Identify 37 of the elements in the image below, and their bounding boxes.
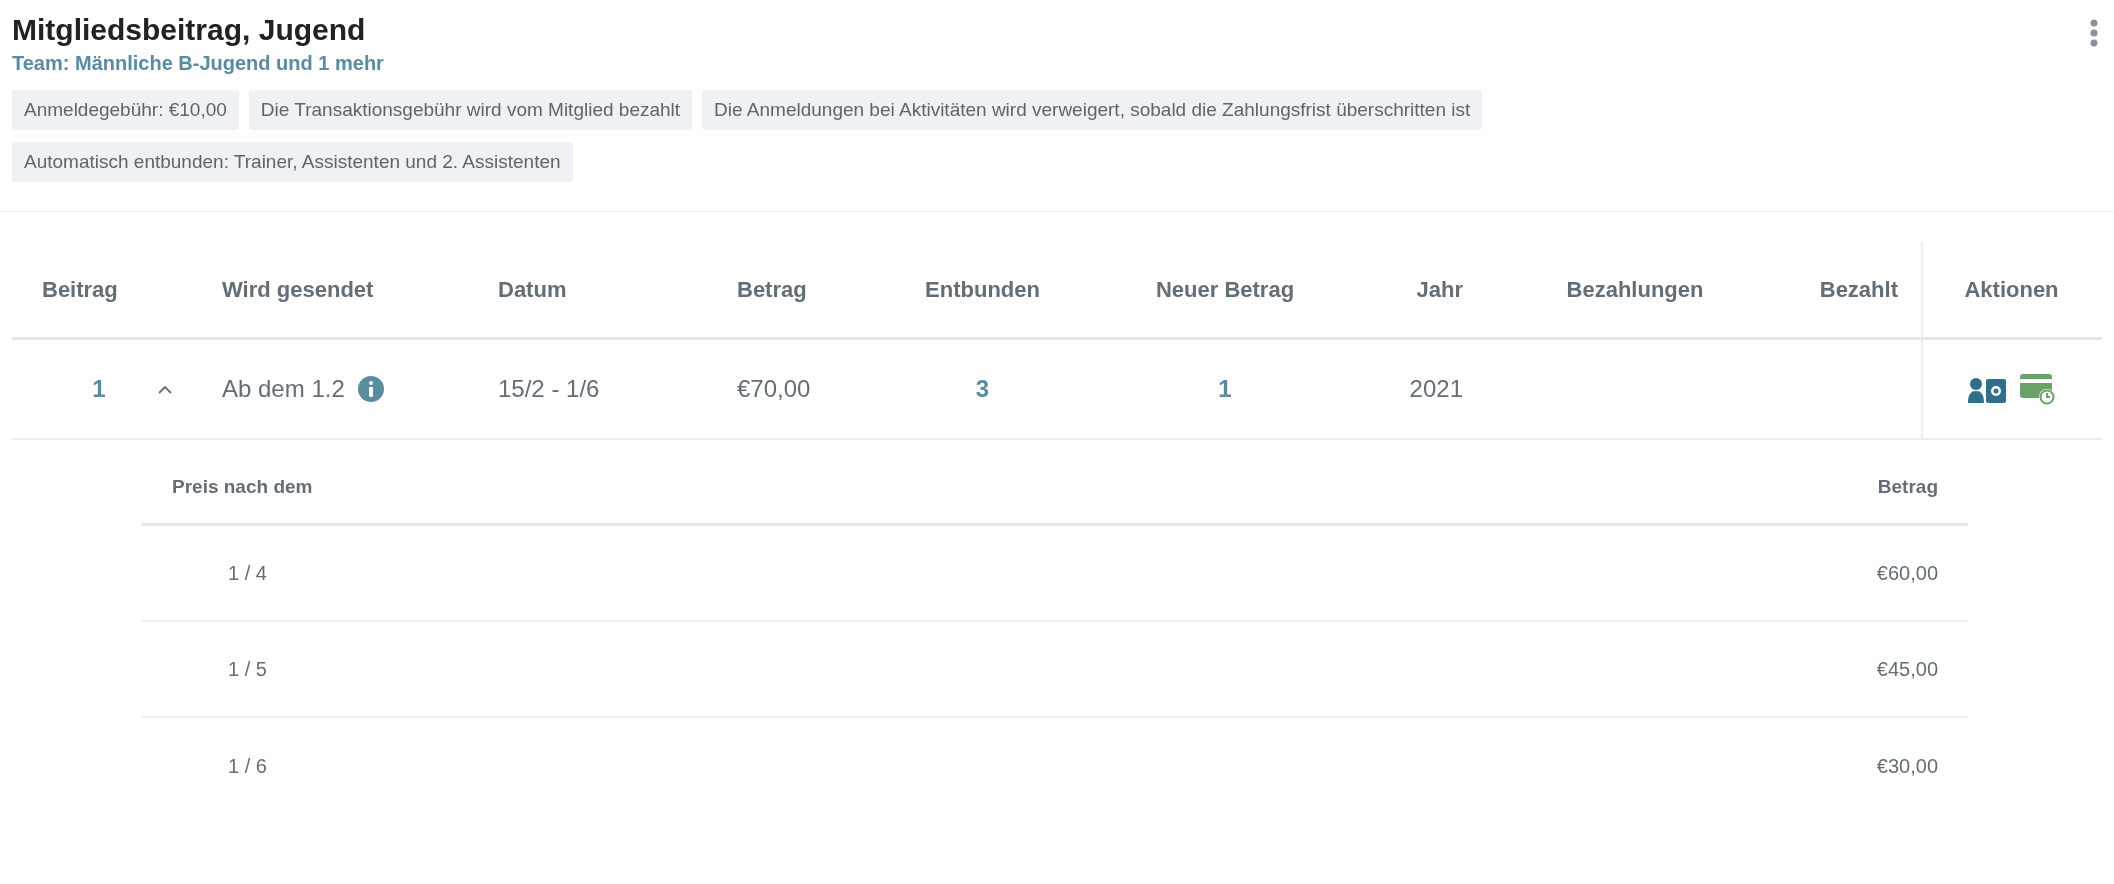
card-clock-icon[interactable] [2019,374,2056,406]
column-header: Entbunden [925,276,1040,304]
column-header: Bezahlungen [1566,276,1704,304]
table-cell-text: €60,00 [1876,561,1938,586]
table-cell-text: 2021 [1409,374,1463,404]
table-cell-text: 1 / 6 [228,754,267,779]
more-vertical-icon [2090,19,2098,47]
table-cell-text: 1 / 5 [228,657,267,682]
card-title: Mitgliedsbeitrag, Jugend [12,12,366,48]
table-cell-text: 15/2 - 1/6 [498,374,600,404]
info-tag: Die Transaktionsgebühr wird vom Mitglied bezahlt [248,90,693,130]
column-header: Jahr [1416,276,1463,304]
column-header: Wird gesendet [222,276,374,304]
count-link[interactable]: 1 [1218,371,1232,407]
column-header: Bezahlt [1819,276,1898,304]
column-header: Datum [498,276,567,304]
info-tag: Die Anmeldungen bei Aktivitäten wird verweigert, sobald die Zahlungsfrist überschritten ist [702,90,1483,130]
column-header: Neuer Betrag [1155,276,1295,304]
info-tag: Anmeldegebühr: €10,00 [12,90,239,130]
column-header: Beitrag [42,276,118,304]
table-cell-text: €70,00 [737,374,811,404]
caret-up-icon [158,384,172,394]
more-menu-button[interactable] [2088,18,2100,48]
info-tag: Automatisch entbunden: Trainer, Assistenten und 2. Assistenten [12,142,573,182]
column-header: Betrag [1877,475,1938,500]
table-cell-text: €30,00 [1876,754,1938,779]
installment-link[interactable]: 1 [79,371,119,407]
table-cell-text: 1 / 4 [228,561,267,586]
column-header: Aktionen [1964,276,2059,304]
column-header: Preis nach dem [172,475,313,500]
count-link[interactable]: 3 [975,371,990,407]
table-cell-text: €45,00 [1876,657,1938,682]
column-header: Betrag [737,276,807,304]
team-subtitle: Team: Männliche B-Jugend und 1 mehr [12,51,384,76]
info-icon[interactable] [356,375,385,403]
table-cell-text: Ab dem 1.2 [222,374,345,404]
person-banknote-icon[interactable] [1967,377,2006,403]
